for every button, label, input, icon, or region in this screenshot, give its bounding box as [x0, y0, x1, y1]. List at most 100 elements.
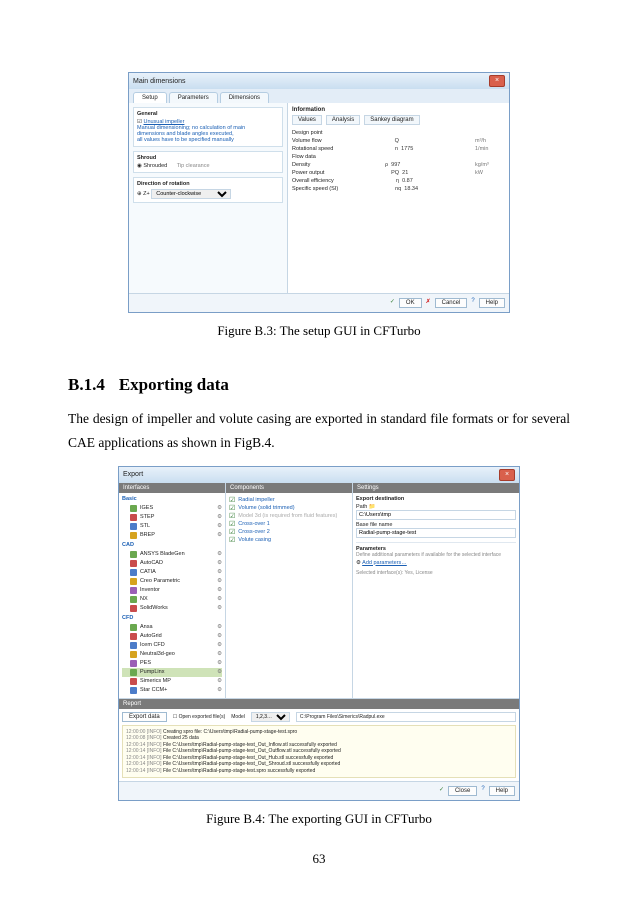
help-button[interactable]: Help: [489, 786, 515, 796]
value-row: Volume flowQ m³/h: [292, 137, 505, 145]
figure-b4-caption: Figure B.4: The exporting GUI in CFTurbo: [68, 811, 570, 827]
gear-icon[interactable]: ⚙: [217, 633, 222, 639]
dialog-footer: ✓ OK ✗ Cancel ? Help: [129, 293, 509, 312]
tree-item[interactable]: AutoGrid⚙: [122, 632, 222, 641]
export-data-button[interactable]: Export data: [122, 712, 167, 722]
gear-icon[interactable]: ⚙: [217, 687, 222, 693]
model-select[interactable]: 1,2,3…: [251, 712, 290, 722]
app-icon: [130, 651, 137, 658]
gear-icon[interactable]: ⚙: [217, 678, 222, 684]
tree-item[interactable]: Star CCM+⚙: [122, 686, 222, 695]
value-row: Design point: [292, 129, 505, 137]
component-checkbox[interactable]: Radial impeller: [229, 496, 349, 504]
group-rotation: Direction of rotation ⊕ Z+ Counter-clock…: [133, 177, 283, 203]
cancel-button[interactable]: Cancel: [435, 298, 468, 308]
app-icon: [130, 596, 137, 603]
tree-item[interactable]: STEP⚙: [122, 513, 222, 522]
gear-icon[interactable]: ⚙: [217, 642, 222, 648]
gear-icon[interactable]: ⚙: [217, 669, 222, 675]
rotation-axis: Z+: [143, 191, 150, 197]
dialog-footer: ✓ Close ? Help: [119, 781, 519, 800]
model-label: Model: [231, 714, 245, 720]
gear-icon[interactable]: ⚙: [217, 523, 222, 529]
sub-tab-values[interactable]: Values: [292, 115, 322, 125]
note-line: all values have to be specified manually: [137, 137, 279, 143]
rotation-select[interactable]: Counter-clockwise: [151, 189, 231, 199]
tree-group-basic[interactable]: Basic: [122, 496, 222, 502]
tab-setup[interactable]: Setup: [133, 92, 167, 103]
group-shroud: Shroud ◉ Shrouded Tip clearance: [133, 151, 283, 173]
check-icon: ✓: [390, 298, 395, 308]
components-header: Components: [226, 483, 352, 493]
gear-icon[interactable]: ⚙: [217, 660, 222, 666]
gear-icon[interactable]: ⚙: [217, 569, 222, 575]
tab-parameters[interactable]: Parameters: [169, 92, 218, 103]
value-row: Overall efficiencyη 0.87: [292, 177, 505, 185]
section-number: B.1.4: [68, 375, 105, 394]
tree-item[interactable]: CATIA⚙: [122, 568, 222, 577]
close-icon[interactable]: ×: [499, 469, 515, 481]
gear-icon[interactable]: ⚙: [217, 532, 222, 538]
tree-item[interactable]: Neutral3d-geo⚙: [122, 650, 222, 659]
shrouded-option[interactable]: Shrouded: [143, 163, 167, 169]
tree-item[interactable]: SolidWorks⚙: [122, 604, 222, 613]
component-checkbox[interactable]: Model 3d (is required from fluid feature…: [229, 512, 349, 520]
component-checkbox[interactable]: Volute casing: [229, 536, 349, 544]
gear-icon[interactable]: ⚙: [217, 514, 222, 520]
open-exported-checkbox[interactable]: ☐ Open exported file(s): [173, 714, 226, 720]
gear-icon[interactable]: ⚙: [217, 505, 222, 511]
app-icon: [130, 587, 137, 594]
export-window: Export × Interfaces Basic IGES⚙STEP⚙STL⚙…: [118, 466, 520, 802]
value-row: Specific speed (SI)nq 18.34: [292, 185, 505, 193]
tree-item[interactable]: BREP⚙: [122, 531, 222, 540]
tree-item[interactable]: IGES⚙: [122, 504, 222, 513]
group-general: General ☑ Unusual impeller Manual dimens…: [133, 107, 283, 147]
component-checkbox[interactable]: Cross-over 1: [229, 520, 349, 528]
log-output: 12:00:00 [INFO] Creating spro file: C:\U…: [122, 725, 516, 779]
gear-icon[interactable]: ⚙: [217, 624, 222, 630]
sub-tab-sankey[interactable]: Sankey diagram: [364, 115, 419, 125]
settings-header: Settings: [353, 483, 519, 493]
parameters-hint: Define additional parameters if availabl…: [356, 552, 516, 558]
sub-tab-analysis[interactable]: Analysis: [326, 115, 360, 125]
tree-item[interactable]: PumpLinx⚙: [122, 668, 222, 677]
settings-column: Settings Export destination Path 📁 Base …: [353, 483, 519, 698]
tree-item[interactable]: NX⚙: [122, 595, 222, 604]
gear-icon[interactable]: ⚙: [217, 551, 222, 557]
tree-item[interactable]: Creo Parametric⚙: [122, 577, 222, 586]
gear-icon[interactable]: ⚙: [217, 587, 222, 593]
app-icon: [130, 669, 137, 676]
gear-icon[interactable]: ⚙: [217, 651, 222, 657]
tree-item[interactable]: STL⚙: [122, 522, 222, 531]
exe-path[interactable]: C:\Program Files\Simerics\Radpul.exe: [296, 712, 516, 722]
help-button[interactable]: Help: [479, 298, 505, 308]
add-parameters-link[interactable]: Add parameters…: [362, 560, 407, 566]
app-icon: [130, 551, 137, 558]
tree-group-cad[interactable]: CAD: [122, 542, 222, 548]
tree-item[interactable]: Icem CFD⚙: [122, 641, 222, 650]
window-title: Main dimensions: [133, 78, 186, 85]
tree-item[interactable]: Simerics MP⚙: [122, 677, 222, 686]
base-file-input[interactable]: [356, 528, 516, 538]
tab-dimensions[interactable]: Dimensions: [220, 92, 269, 103]
tree-item[interactable]: ANSYS BladeGen⚙: [122, 550, 222, 559]
tree-item[interactable]: PES⚙: [122, 659, 222, 668]
tree-item[interactable]: Inventor⚙: [122, 586, 222, 595]
app-icon: [130, 624, 137, 631]
gear-icon[interactable]: ⚙: [217, 605, 222, 611]
ok-button[interactable]: OK: [399, 298, 422, 308]
component-checkbox[interactable]: Volume (solid trimmed): [229, 504, 349, 512]
component-checkbox[interactable]: Cross-over 2: [229, 528, 349, 536]
gear-icon[interactable]: ⚙: [217, 596, 222, 602]
close-icon[interactable]: ×: [489, 75, 505, 87]
tree-group-cfd[interactable]: CFD: [122, 615, 222, 621]
report-panel: Report Export data ☐ Open exported file(…: [119, 698, 519, 782]
gear-icon[interactable]: ⚙: [217, 560, 222, 566]
tree-item[interactable]: Ansa⚙: [122, 623, 222, 632]
gear-icon[interactable]: ⚙: [217, 578, 222, 584]
close-button[interactable]: Close: [448, 786, 477, 796]
path-input[interactable]: [356, 510, 516, 520]
left-panel: General ☑ Unusual impeller Manual dimens…: [129, 103, 288, 293]
tree-item[interactable]: AutoCAD⚙: [122, 559, 222, 568]
setup-window: Main dimensions × Setup Parameters Dimen…: [128, 72, 510, 313]
